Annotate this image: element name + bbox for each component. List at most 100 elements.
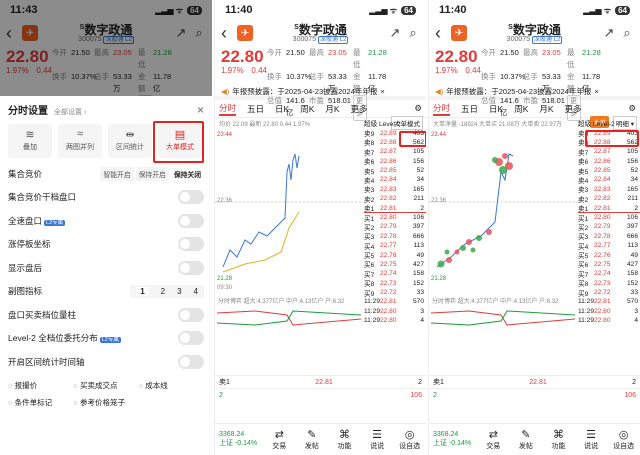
toolbar-item[interactable]: ⇄ 交易 <box>477 428 510 451</box>
order-book-row[interactable]: 卖7 22.87 105 <box>364 147 426 157</box>
tab-five-day[interactable]: 五日 <box>247 103 264 115</box>
mode-side-by-side[interactable]: ≈ 两图并列 <box>58 124 102 158</box>
checkbox-item[interactable]: 报撮价 <box>8 380 73 391</box>
back-icon[interactable]: ‹ <box>435 23 447 44</box>
toggle-switch[interactable] <box>178 237 204 252</box>
order-book-row[interactable]: 买3 22.78 666 <box>364 231 426 242</box>
tab-more[interactable]: 更多 <box>565 103 582 115</box>
sub-num[interactable]: 1 <box>136 286 149 296</box>
order-book-row[interactable]: 卖2 22.82 211 <box>364 194 426 204</box>
checkbox-item[interactable]: 条件单标记 <box>8 397 73 408</box>
search-icon[interactable]: ⌕ <box>406 25 420 41</box>
close-icon[interactable]: × <box>594 87 598 96</box>
order-book-row[interactable]: 卖5 22.85 52 <box>578 166 640 176</box>
order-book-row[interactable]: 卖6 22.86 156 <box>578 156 640 167</box>
toolbar-item[interactable]: ⌘ 功能 <box>542 428 575 451</box>
sub-num[interactable]: 4 <box>194 287 198 296</box>
quote-value: 23.05 <box>328 48 347 57</box>
toggle-switch[interactable] <box>178 331 204 346</box>
tab-more[interactable]: 更多 <box>351 103 368 115</box>
mode-range-stats[interactable]: ⇹ 区间统计 <box>108 124 152 158</box>
checkbox-item[interactable]: 买卖成交点 <box>73 380 138 391</box>
gear-icon[interactable]: ⚙ <box>628 103 636 114</box>
order-book-row[interactable]: 买5 22.76 49 <box>578 250 640 261</box>
tab-intraday[interactable]: 分时 <box>219 102 237 116</box>
index-widget[interactable]: 3368.24 上证 -0.14% <box>429 431 477 448</box>
order-book-row[interactable]: 买7 22.74 158 <box>364 269 426 279</box>
checkbox-item[interactable]: 参考价格笼子 <box>73 397 138 408</box>
change-row: 1.97% 0.44 <box>221 66 267 75</box>
share-icon[interactable]: ↗ <box>602 25 616 41</box>
phone-settings-screen: 11:43 ▂▃▅ ᯤ 64 ‹ ✈ S数字政通 300075 深股通 L2 ↗ ⌕ 2… <box>0 0 212 455</box>
share-icon[interactable]: ↗ <box>388 25 402 41</box>
tab-monthly[interactable]: 月K <box>539 103 553 115</box>
order-book-row[interactable]: 买2 22.79 397 <box>578 222 640 232</box>
order-book-row[interactable]: 卖4 22.84 34 <box>364 175 426 185</box>
tab-daily[interactable]: 日K <box>489 103 503 115</box>
close-icon[interactable]: × <box>380 87 384 96</box>
toolbar-item[interactable]: ☰ 说说 <box>575 428 608 451</box>
order-book-row[interactable]: 卖7 22.87 105 <box>578 147 640 157</box>
mode-overlay[interactable]: ≋ 叠加 <box>8 124 52 158</box>
order-book-row[interactable]: 卖6 22.86 156 <box>364 156 426 167</box>
tab-monthly[interactable]: 月K <box>325 103 339 115</box>
overlay-dim[interactable] <box>0 0 212 96</box>
order-book-row[interactable]: 买8 22.73 152 <box>364 278 426 289</box>
order-book-row[interactable]: 卖3 22.83 165 <box>364 184 426 195</box>
toggle-switch[interactable] <box>178 190 204 205</box>
sub-num[interactable]: 3 <box>177 287 181 296</box>
order-book-row[interactable]: 卖1 22.81 2 <box>364 203 426 213</box>
toolbar-label: 交易 <box>272 443 287 451</box>
toolbar-item[interactable]: ◎ 设自选 <box>393 428 426 451</box>
all-settings-link[interactable]: 全部设置 › <box>54 107 191 117</box>
order-book-row[interactable]: 买6 22.75 427 <box>364 259 426 270</box>
order-book-row[interactable]: 买1 22.80 106 <box>364 213 426 223</box>
order-book-row[interactable]: 买4 22.77 113 <box>578 241 640 251</box>
tab-weekly[interactable]: 周K <box>514 103 528 115</box>
order-book-row[interactable]: 卖3 22.83 165 <box>578 184 640 195</box>
order-book-row[interactable]: 买5 22.76 49 <box>364 250 426 261</box>
toolbar-item[interactable]: ✎ 发帖 <box>296 428 329 451</box>
speaker-icon: ◀) <box>435 86 444 96</box>
tab-daily[interactable]: 日K <box>275 103 289 115</box>
opt-keep-on[interactable]: 保持开启 <box>135 166 169 181</box>
search-icon[interactable]: ⌕ <box>620 25 634 41</box>
opt-keep-off[interactable]: 保持关闭 <box>170 166 204 181</box>
ob-volume: 106 <box>412 214 424 222</box>
ob-price: 22.81 <box>380 204 397 212</box>
intraday-chart[interactable]: 均价 22.09 最新 22.80 0.44 1.97% 大单模式 23.44 … <box>215 116 426 328</box>
tab-weekly[interactable]: 周K <box>300 103 314 115</box>
back-icon[interactable]: ‹ <box>221 23 233 44</box>
order-book-row[interactable]: 买4 22.77 113 <box>364 241 426 251</box>
order-book-row[interactable]: 买1 22.80 106 <box>578 213 640 223</box>
sub-num[interactable]: 2 <box>161 287 165 296</box>
checkbox-item[interactable]: 成本线 <box>139 380 204 391</box>
order-book-row[interactable]: 买3 22.78 666 <box>578 231 640 242</box>
order-book-row[interactable]: 卖5 22.85 52 <box>364 166 426 176</box>
big-order-chart[interactable]: 大单净量 -18924 大单买 21.08万 大单卖 22.97万 大单 明细 … <box>429 116 640 328</box>
order-book-row[interactable]: 买7 22.74 158 <box>578 269 640 279</box>
toggle-switch[interactable] <box>178 213 204 228</box>
sub-indicator-selector: 1 2 3 4 <box>130 284 204 298</box>
toggle-switch[interactable] <box>178 354 204 369</box>
toolbar-item[interactable]: ☰ 说说 <box>361 428 394 451</box>
toolbar-item[interactable]: ✎ 发帖 <box>510 428 543 451</box>
toolbar-item[interactable]: ⇄ 交易 <box>263 428 296 451</box>
order-book-row[interactable]: 卖2 22.82 211 <box>578 194 640 204</box>
opt-smart[interactable]: 智能开启 <box>100 166 134 181</box>
index-widget[interactable]: 3368.24 上证 -0.14% <box>215 431 263 448</box>
tab-five-day[interactable]: 五日 <box>461 103 478 115</box>
order-book-row[interactable]: 买6 22.75 427 <box>578 259 640 270</box>
order-book-row[interactable]: 买8 22.73 152 <box>578 278 640 289</box>
order-book-row[interactable]: 卖4 22.84 34 <box>578 175 640 185</box>
price-block: 22.80 1.97% 0.44 <box>435 47 481 85</box>
tab-intraday[interactable]: 分时 <box>433 102 451 116</box>
order-book-row[interactable]: 买2 22.79 397 <box>364 222 426 232</box>
toolbar-item[interactable]: ◎ 设自选 <box>607 428 640 451</box>
toggle-switch[interactable] <box>178 307 204 322</box>
gear-icon[interactable]: ⚙ <box>414 103 422 114</box>
toggle-switch[interactable] <box>178 260 204 275</box>
close-icon[interactable]: × <box>197 103 204 117</box>
toolbar-item[interactable]: ⌘ 功能 <box>328 428 361 451</box>
order-book-row[interactable]: 卖1 22.81 2 <box>578 203 640 213</box>
